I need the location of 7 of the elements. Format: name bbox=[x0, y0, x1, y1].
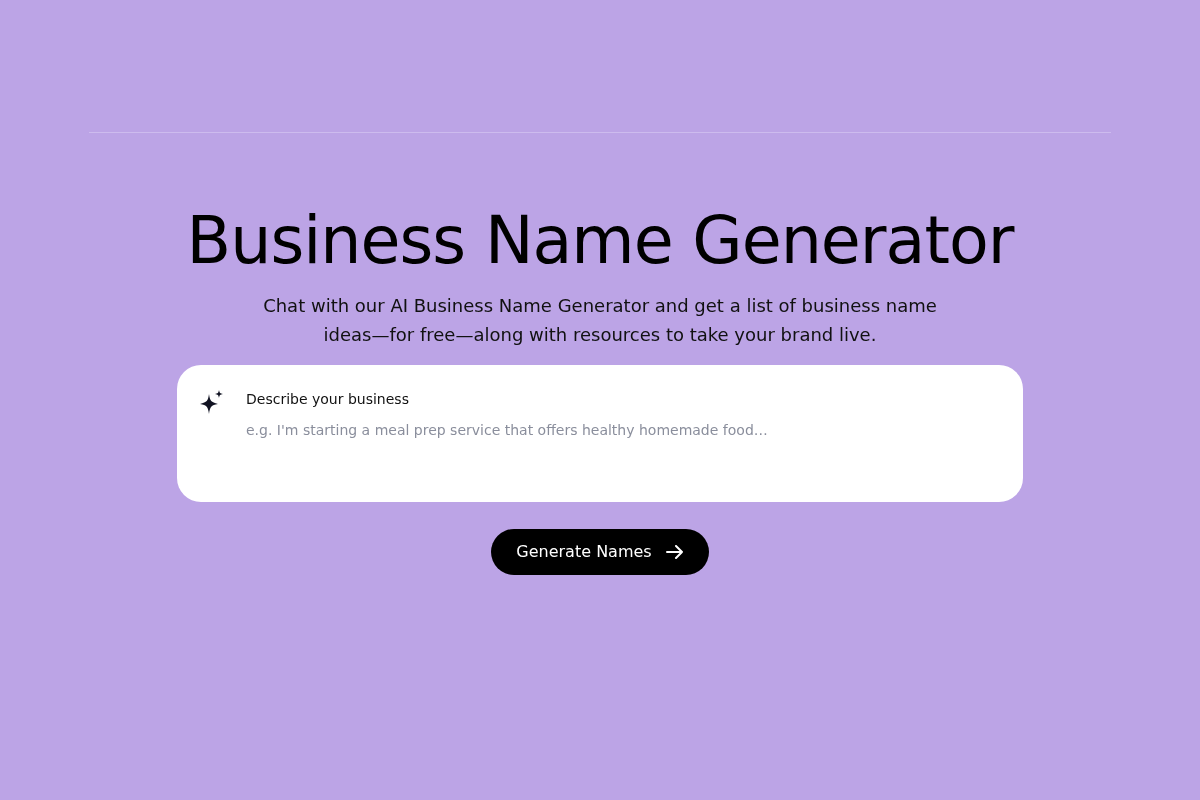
arrow-icon bbox=[665, 544, 684, 559]
subtitle: Chat with our AI Business Name Generator and get a list of business name ideas—for free—along with resources to take your brand live. bbox=[262, 293, 938, 347]
generate-button[interactable]: Generate Names bbox=[491, 528, 709, 575]
prompt-card[interactable]: Describe your business e.g. I'm starting a meal prep service that offers healthy homemade food… bbox=[177, 364, 1023, 502]
field-label: Describe your business bbox=[246, 389, 410, 409]
input-field[interactable]: e.g. I'm starting a meal prep service that offers healthy homemade food… bbox=[246, 421, 1001, 462]
page-title: Business Name Generator bbox=[186, 205, 1014, 277]
